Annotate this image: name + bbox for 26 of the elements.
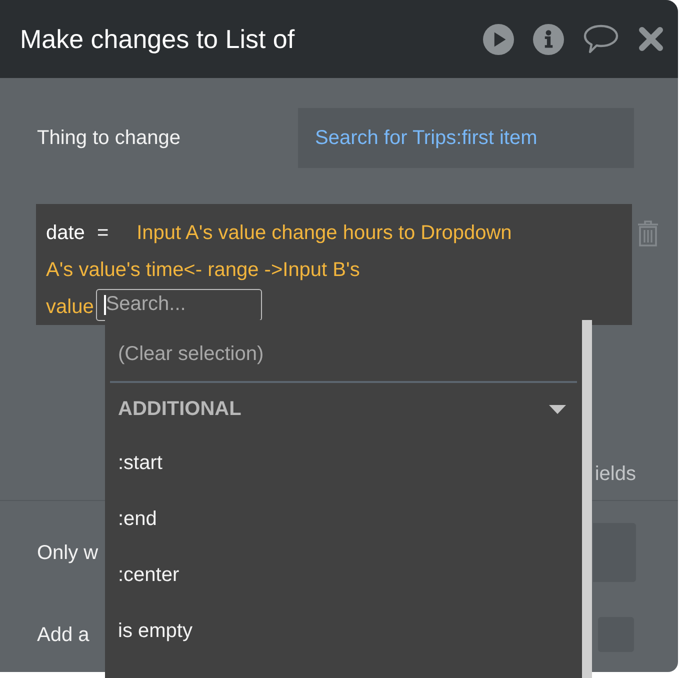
menu-item[interactable]: :start [118,448,162,478]
field-label: Thing to change [37,126,182,151]
condition-field[interactable] [593,523,636,582]
text-cursor [104,294,106,314]
equals-sign: = [96,220,109,246]
expression-text[interactable]: Input A's value change hours to Dropdown [136,218,512,248]
field-name: date [46,220,85,246]
fields-link[interactable]: ields [594,459,636,489]
field-label: Only w [37,540,98,566]
clear-selection-item[interactable]: (Clear selection) [118,338,264,368]
menu-item[interactable]: :end [118,504,157,534]
expression-box[interactable]: date = Input A's value change hours to Dropdown A's value's time<- range ->Input B's value Search... [36,204,632,325]
speech-bubble-icon[interactable] [583,24,619,54]
window-title: Make changes to List of [20,22,295,56]
section-header[interactable]: ADDITIONAL [105,383,582,435]
search-field[interactable]: Search... [96,288,262,320]
expression-text[interactable]: A's value's time<- range ->Input B's [46,254,360,284]
field-label: Add a [37,622,90,648]
thing-select-field[interactable]: Search for Trips:first item [298,108,634,168]
info-icon[interactable] [533,24,564,54]
expression-text[interactable]: value [46,292,94,322]
close-icon[interactable] [638,26,664,52]
play-icon[interactable] [483,24,514,54]
scrollbar-thumb[interactable] [582,320,592,678]
menu-item[interactable]: is empty [118,616,192,646]
menu-item[interactable]: :center [118,560,180,590]
